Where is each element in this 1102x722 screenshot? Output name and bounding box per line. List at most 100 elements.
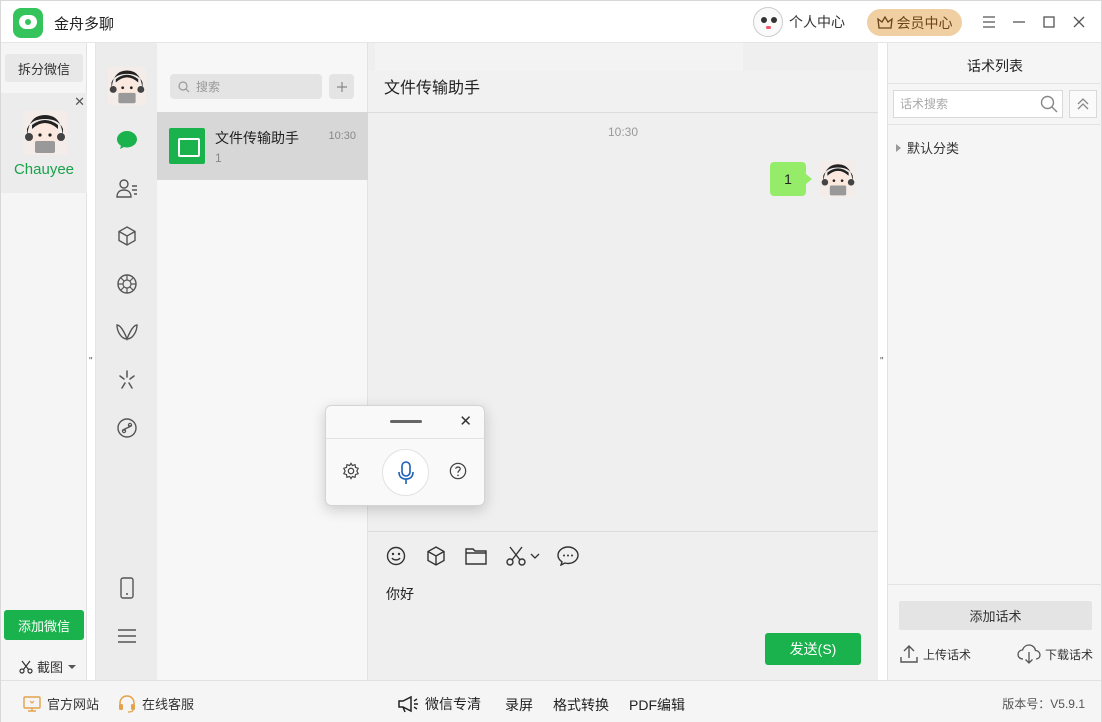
file-transfer-icon	[169, 128, 205, 164]
drag-handle[interactable]	[390, 420, 422, 423]
conversation-panel: 文件传输助手 10:30 1 你好 发送(S)	[368, 43, 878, 680]
script-category[interactable]: 默认分类	[896, 138, 959, 157]
mini-program-icon[interactable]	[112, 413, 142, 443]
right-splitter-handle[interactable]: "	[880, 356, 884, 367]
nav-column	[95, 43, 157, 680]
search-box[interactable]	[170, 74, 322, 99]
help-icon[interactable]	[449, 462, 467, 480]
split-wechat-button[interactable]: 拆分微信	[5, 54, 83, 82]
script-search-input[interactable]	[900, 97, 1030, 111]
add-script-button[interactable]: 添加话术	[899, 601, 1092, 630]
message-bubble[interactable]: 1	[770, 162, 812, 196]
download-label: 下载话术	[1045, 647, 1094, 662]
screenshot-button[interactable]: 截图	[19, 657, 77, 676]
maximize-icon[interactable]	[1040, 13, 1058, 31]
chevron-down-icon[interactable]	[528, 544, 542, 568]
collapse-button[interactable]	[1069, 90, 1097, 118]
script-search-box[interactable]	[893, 90, 1063, 118]
discover-icon[interactable]	[112, 365, 142, 395]
cube-tool-icon[interactable]	[424, 544, 448, 568]
chevron-double-up-icon	[1077, 98, 1089, 110]
user-center-label: 个人中心	[789, 14, 845, 30]
official-website-label: 官方网站	[47, 697, 100, 712]
hamburger-menu-icon[interactable]	[112, 621, 142, 651]
avatar	[23, 111, 67, 155]
search-input[interactable]	[196, 79, 306, 94]
account-name: Chauyee	[13, 161, 75, 178]
conversation-title: 文件传输助手	[384, 80, 481, 97]
pdf-edit-link[interactable]: PDF编辑	[629, 695, 685, 715]
close-account-icon[interactable]: ✕	[74, 94, 85, 110]
account-card[interactable]: ✕ Chauyee	[1, 93, 87, 193]
version-label: 版本号：V5.9.1	[1002, 697, 1085, 711]
nav-avatar[interactable]	[108, 67, 146, 105]
user-center-button[interactable]: 个人中心	[753, 7, 845, 37]
scissors-icon	[19, 660, 33, 674]
format-convert-link[interactable]: 格式转换	[553, 695, 609, 715]
screen-record-link[interactable]: 录屏	[505, 695, 533, 715]
wechat-hd-link[interactable]: 微信专清	[397, 694, 481, 714]
chat-item-preview: 1	[215, 151, 222, 165]
script-panel: 话术列表 默认分类 添加话术 上传话术 下载话术	[887, 43, 1102, 680]
cloud-download-icon	[1017, 644, 1041, 664]
minimize-icon[interactable]	[1010, 13, 1028, 31]
message-avatar[interactable]	[820, 161, 856, 197]
contacts-icon[interactable]	[112, 173, 142, 203]
upload-label: 上传话术	[923, 647, 972, 662]
chevron-down-icon	[68, 664, 77, 669]
microphone-icon	[397, 460, 414, 484]
close-window-icon[interactable]	[1070, 13, 1088, 31]
channels-icon[interactable]	[112, 317, 142, 347]
wechat-hd-label: 微信专清	[425, 696, 481, 712]
plus-icon	[336, 81, 347, 92]
upload-script-button[interactable]: 上传话术	[899, 644, 971, 664]
moments-icon[interactable]	[112, 269, 142, 299]
official-website-link[interactable]: 官方网站	[23, 694, 99, 713]
megaphone-icon	[398, 695, 418, 713]
screenshot-tool-icon[interactable]	[504, 544, 528, 568]
chat-history-icon[interactable]	[556, 544, 580, 568]
script-category-label: 默认分类	[907, 141, 960, 156]
chat-item-time: 10:30	[328, 130, 356, 142]
online-support-label: 在线客服	[142, 697, 195, 712]
voice-input-popup: ✕	[325, 405, 485, 506]
title-bar: 金舟多聊 个人中心 会员中心	[1, 1, 1101, 43]
upload-icon	[900, 645, 918, 663]
message-input[interactable]: 你好	[386, 584, 414, 604]
chat-item-name: 文件传输助手	[215, 130, 299, 146]
app-window: 金舟多聊 个人中心 会员中心 拆分微信 ✕ Chauyee 添加微信 截图 搜索…	[0, 0, 1102, 722]
message-composer: 你好 发送(S)	[368, 531, 878, 680]
screenshot-label: 截图	[37, 660, 64, 675]
script-panel-title: 话术列表	[967, 58, 1023, 74]
microphone-button[interactable]	[382, 449, 429, 496]
folder-icon[interactable]	[464, 544, 488, 568]
app-logo-icon	[13, 8, 43, 38]
divider	[326, 438, 484, 439]
add-wechat-button[interactable]: 添加微信	[4, 610, 84, 640]
conversation-topbar	[375, 43, 743, 71]
list-item[interactable]: 文件传输助手 10:30 1	[157, 112, 368, 180]
monitor-icon	[23, 695, 41, 712]
send-button[interactable]: 发送(S)	[765, 633, 861, 665]
message-timestamp: 10:30	[607, 125, 639, 139]
left-splitter-handle[interactable]: "	[89, 356, 93, 367]
chat-icon[interactable]	[112, 125, 142, 155]
caret-right-icon	[896, 143, 901, 152]
download-script-button[interactable]: 下载话术	[1017, 644, 1093, 664]
vip-center-button[interactable]: 会员中心	[867, 9, 962, 36]
phone-icon[interactable]	[112, 573, 142, 603]
account-sidebar: 拆分微信 ✕ Chauyee 添加微信 截图	[1, 43, 87, 680]
cube-icon[interactable]	[112, 221, 142, 251]
divider	[888, 584, 1102, 585]
gear-icon[interactable]	[342, 462, 360, 480]
online-support-link[interactable]: 在线客服	[118, 694, 194, 713]
headset-icon	[119, 694, 135, 713]
emoji-icon[interactable]	[384, 544, 408, 568]
menu-icon[interactable]	[980, 13, 998, 31]
add-chat-button[interactable]	[329, 74, 354, 99]
divider	[888, 83, 1102, 84]
search-icon[interactable]	[1040, 95, 1058, 113]
crown-icon	[876, 15, 893, 29]
close-icon[interactable]: ✕	[459, 412, 472, 430]
search-icon	[178, 80, 190, 92]
